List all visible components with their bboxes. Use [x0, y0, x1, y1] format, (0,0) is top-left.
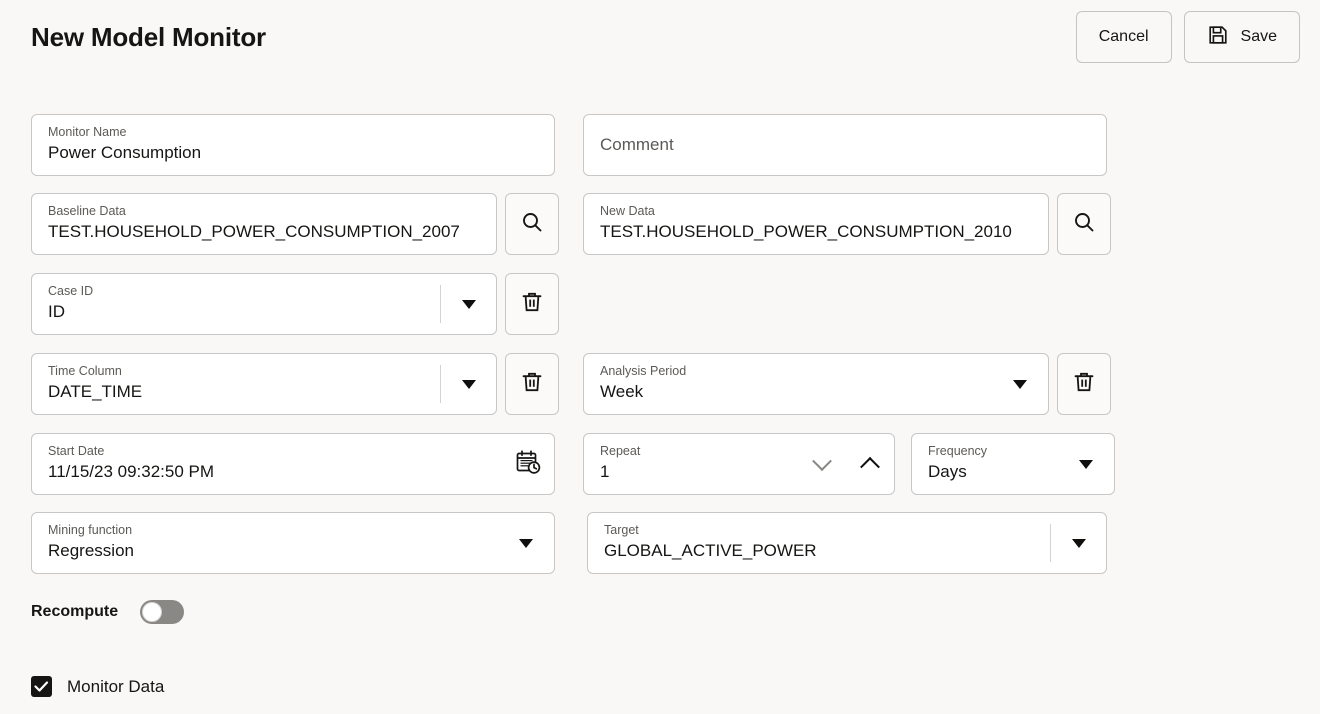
mining-function-field[interactable]: Mining function Regression [31, 512, 555, 574]
analysis-period-label: Analysis Period [600, 364, 687, 378]
analysis-period-delete-button[interactable] [1057, 353, 1111, 415]
frequency-value: Days [928, 462, 967, 481]
form-row-comment: Comment [583, 114, 1107, 176]
recompute-label: Recompute [31, 603, 119, 620]
chevron-down-icon [1079, 459, 1093, 469]
form-row-names: Monitor Name Power Consumption [31, 114, 555, 176]
save-button-label: Save [1240, 28, 1277, 45]
floppy-disk-icon [1207, 24, 1229, 51]
header-actions: Cancel Save [1075, 11, 1300, 63]
form-row-mining-function: Mining function Regression [31, 512, 555, 574]
chevron-down-icon [812, 451, 832, 472]
frequency-dropdown-toggle[interactable] [1058, 434, 1114, 494]
save-button[interactable]: Save [1183, 11, 1300, 63]
analysis-period-dropdown-toggle[interactable] [992, 354, 1048, 414]
mining-function-label: Mining function [48, 523, 133, 537]
trash-icon [1072, 370, 1096, 399]
trash-icon [520, 290, 544, 319]
chevron-up-icon [860, 456, 880, 477]
repeat-decrement-button[interactable] [798, 434, 846, 494]
new-data-label: New Data [600, 204, 655, 218]
mining-function-value: Regression [48, 541, 134, 560]
new-data-value: TEST.HOUSEHOLD_POWER_CONSUMPTION_2010 [600, 222, 1012, 241]
chevron-down-icon [461, 299, 476, 309]
recompute-toggle[interactable] [140, 600, 185, 624]
case-id-field[interactable]: Case ID ID [31, 273, 497, 335]
chevron-down-icon [461, 379, 476, 389]
recompute-row: Recompute [31, 600, 185, 624]
page-title: New Model Monitor [31, 22, 266, 52]
time-column-dropdown-toggle[interactable] [440, 365, 496, 403]
baseline-data-search-button[interactable] [505, 193, 559, 255]
mining-function-dropdown-toggle[interactable] [498, 513, 554, 573]
start-date-picker-button[interactable] [502, 434, 554, 494]
monitor-data-checkbox[interactable] [31, 676, 52, 697]
form-row-time-column: Time Column DATE_TIME [31, 353, 559, 415]
new-model-monitor-page: New Model Monitor Cancel Save Monitor Na… [0, 0, 1320, 714]
baseline-data-field[interactable]: Baseline Data TEST.HOUSEHOLD_POWER_CONSU… [31, 193, 497, 255]
start-date-value: 11/15/23 09:32:50 PM [48, 462, 215, 481]
monitor-name-value: Power Consumption [48, 143, 202, 162]
toggle-knob [142, 602, 163, 622]
repeat-label: Repeat [600, 444, 641, 458]
repeat-value: 1 [600, 462, 610, 481]
frequency-label: Frequency [928, 444, 988, 458]
baseline-data-label: Baseline Data [48, 204, 126, 218]
time-column-label: Time Column [48, 364, 122, 378]
form-row-start-date: Start Date 11/15/23 09:32:50 PM [31, 433, 555, 495]
repeat-field[interactable]: Repeat 1 [583, 433, 895, 495]
form-row-target: Target GLOBAL_ACTIVE_POWER [587, 512, 1107, 574]
chevron-down-icon [1071, 538, 1086, 548]
monitor-data-label: Monitor Data [67, 676, 165, 696]
frequency-field[interactable]: Frequency Days [911, 433, 1115, 495]
trash-icon [520, 370, 544, 399]
monitor-data-row: Monitor Data [31, 676, 164, 697]
form-row-new-data: New Data TEST.HOUSEHOLD_POWER_CONSUMPTIO… [583, 193, 1111, 255]
monitor-name-label: Monitor Name [48, 125, 127, 139]
case-id-dropdown-toggle[interactable] [440, 285, 496, 323]
checkmark-icon [34, 681, 49, 692]
target-field[interactable]: Target GLOBAL_ACTIVE_POWER [587, 512, 1107, 574]
calendar-clock-icon [514, 448, 542, 481]
comment-field[interactable]: Comment [583, 114, 1107, 176]
cancel-button-label: Cancel [1098, 28, 1149, 45]
case-id-value: ID [48, 302, 65, 321]
form-row-repeat-frequency: Repeat 1 Frequency Days [583, 433, 1115, 495]
time-column-field[interactable]: Time Column DATE_TIME [31, 353, 497, 415]
chevron-down-icon [1013, 379, 1027, 389]
target-label: Target [604, 523, 639, 537]
target-dropdown-toggle[interactable] [1050, 524, 1106, 562]
repeat-increment-button[interactable] [846, 434, 894, 494]
case-id-delete-button[interactable] [505, 273, 559, 335]
search-icon [520, 210, 544, 239]
form-row-analysis-period: Analysis Period Week [583, 353, 1111, 415]
time-column-delete-button[interactable] [505, 353, 559, 415]
start-date-label: Start Date [48, 444, 105, 458]
search-icon [1072, 210, 1096, 239]
start-date-field[interactable]: Start Date 11/15/23 09:32:50 PM [31, 433, 555, 495]
comment-placeholder: Comment [600, 135, 674, 154]
cancel-button[interactable]: Cancel [1075, 11, 1172, 63]
form-row-case-id: Case ID ID [31, 273, 559, 335]
page-header: New Model Monitor Cancel Save [0, 0, 1320, 78]
target-value: GLOBAL_ACTIVE_POWER [604, 541, 817, 560]
new-data-field[interactable]: New Data TEST.HOUSEHOLD_POWER_CONSUMPTIO… [583, 193, 1049, 255]
case-id-label: Case ID [48, 284, 94, 298]
analysis-period-value: Week [600, 382, 644, 401]
monitor-name-field[interactable]: Monitor Name Power Consumption [31, 114, 555, 176]
analysis-period-field[interactable]: Analysis Period Week [583, 353, 1049, 415]
new-data-search-button[interactable] [1057, 193, 1111, 255]
chevron-down-icon [519, 538, 533, 548]
baseline-data-value: TEST.HOUSEHOLD_POWER_CONSUMPTION_2007 [48, 222, 460, 241]
form-row-baseline-data: Baseline Data TEST.HOUSEHOLD_POWER_CONSU… [31, 193, 559, 255]
time-column-value: DATE_TIME [48, 382, 143, 401]
